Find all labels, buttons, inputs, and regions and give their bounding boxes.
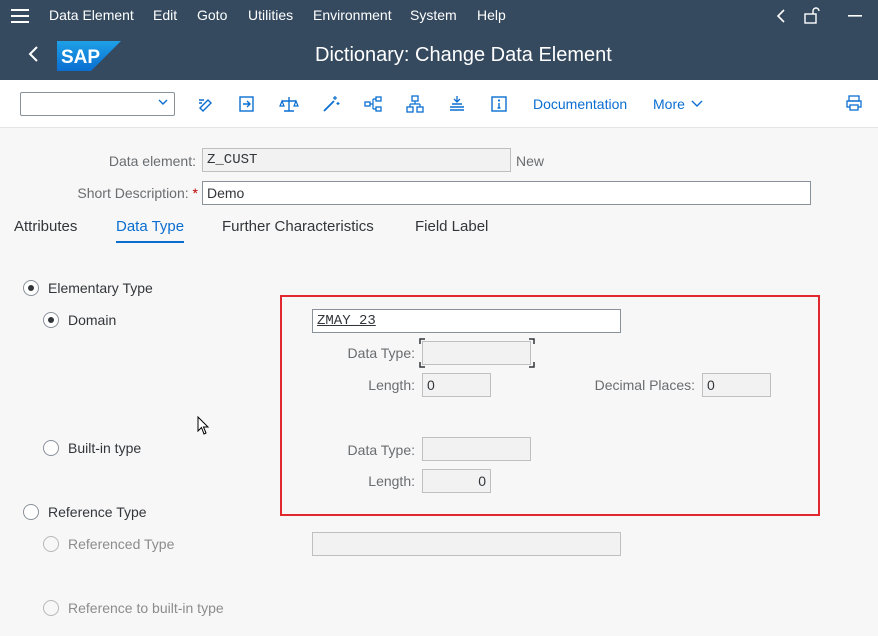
minimize-icon[interactable] xyxy=(848,14,862,18)
referenced-type-label: Referenced Type xyxy=(68,536,175,552)
information-icon[interactable] xyxy=(489,94,509,114)
reference-type-radio[interactable] xyxy=(23,504,39,520)
activate-icon[interactable] xyxy=(237,94,257,114)
application-toolbar: Documentation More xyxy=(0,80,878,128)
domain-value: ZMAY_23 xyxy=(317,313,376,329)
builtin-data-type-label: Data Type: xyxy=(347,442,415,458)
title-bar: SAP Dictionary: Change Data Element xyxy=(0,32,878,80)
where-used-icon[interactable] xyxy=(363,94,383,114)
builtin-type-radio[interactable] xyxy=(43,440,59,456)
builtin-type-label: Built-in type xyxy=(68,440,142,456)
data-element-field[interactable]: Z_CUST xyxy=(202,148,511,172)
unlock-icon[interactable] xyxy=(803,6,821,24)
data-element-label: Data element: xyxy=(108,153,196,169)
domain-input[interactable]: ZMAY_23 xyxy=(312,309,621,333)
builtin-length-label: Length: xyxy=(368,473,415,489)
length-field[interactable]: 0 xyxy=(422,373,491,397)
magic-wand-icon[interactable] xyxy=(321,94,341,114)
command-field-dropdown[interactable] xyxy=(20,92,175,116)
builtin-data-type-field[interactable] xyxy=(422,437,531,461)
tab-attributes[interactable]: Attributes xyxy=(14,218,77,241)
menu-help[interactable]: Help xyxy=(477,7,506,23)
chevron-down-icon xyxy=(691,100,703,107)
decimal-places-field[interactable]: 0 xyxy=(702,373,771,397)
decimal-places-label: Decimal Places: xyxy=(594,377,695,393)
menu-data-element[interactable]: Data Element xyxy=(49,7,134,23)
short-description-label-text: Short Description: xyxy=(77,185,189,201)
back-icon[interactable] xyxy=(24,42,44,66)
length-label: Length: xyxy=(368,377,415,393)
chevron-down-icon xyxy=(158,99,168,105)
domain-radio[interactable] xyxy=(43,312,59,328)
reference-type-label: Reference Type xyxy=(48,504,147,520)
menu-environment[interactable]: Environment xyxy=(313,7,392,23)
reference-builtin-label: Reference to built-in type xyxy=(68,600,224,616)
sap-logo: SAP xyxy=(57,41,121,71)
svg-text:SAP: SAP xyxy=(61,47,100,68)
tab-field-label[interactable]: Field Label xyxy=(415,218,488,241)
page-title: Dictionary: Change Data Element xyxy=(315,44,612,66)
reference-builtin-radio xyxy=(43,600,59,616)
tab-further-characteristics[interactable]: Further Characteristics xyxy=(222,218,374,241)
menu-edit[interactable]: Edit xyxy=(153,7,177,23)
print-icon[interactable] xyxy=(845,94,863,112)
more-button[interactable]: More xyxy=(653,96,703,112)
more-label: More xyxy=(653,96,685,112)
short-description-label: Short Description: * xyxy=(60,185,198,201)
display-change-icon[interactable] xyxy=(196,94,216,114)
menu-system[interactable]: System xyxy=(410,7,457,23)
mouse-pointer-icon xyxy=(197,416,210,435)
status-text: New xyxy=(516,153,545,169)
focus-indicator xyxy=(419,338,535,368)
referenced-type-radio xyxy=(43,536,59,552)
builtin-length-field[interactable]: 0 xyxy=(422,469,491,493)
menu-goto[interactable]: Goto xyxy=(197,7,227,23)
documentation-button[interactable]: Documentation xyxy=(533,96,627,112)
data-type-label: Data Type: xyxy=(347,345,415,361)
elementary-type-label: Elementary Type xyxy=(48,280,153,296)
hierarchy-icon[interactable] xyxy=(405,94,425,114)
referenced-type-field xyxy=(312,532,621,556)
domain-label: Domain xyxy=(68,312,117,328)
menu-utilities[interactable]: Utilities xyxy=(248,7,293,23)
short-description-input[interactable]: Demo xyxy=(202,181,811,205)
required-marker: * xyxy=(192,185,198,201)
align-icon[interactable] xyxy=(447,94,467,114)
tab-data-type[interactable]: Data Type xyxy=(116,218,185,243)
elementary-type-radio[interactable] xyxy=(23,280,39,296)
menu-bar: Data Element Edit Goto Utilities Environ… xyxy=(0,0,878,32)
chevron-left-icon[interactable] xyxy=(775,8,787,24)
check-balance-icon[interactable] xyxy=(279,94,299,114)
hamburger-menu-icon[interactable] xyxy=(11,9,29,23)
